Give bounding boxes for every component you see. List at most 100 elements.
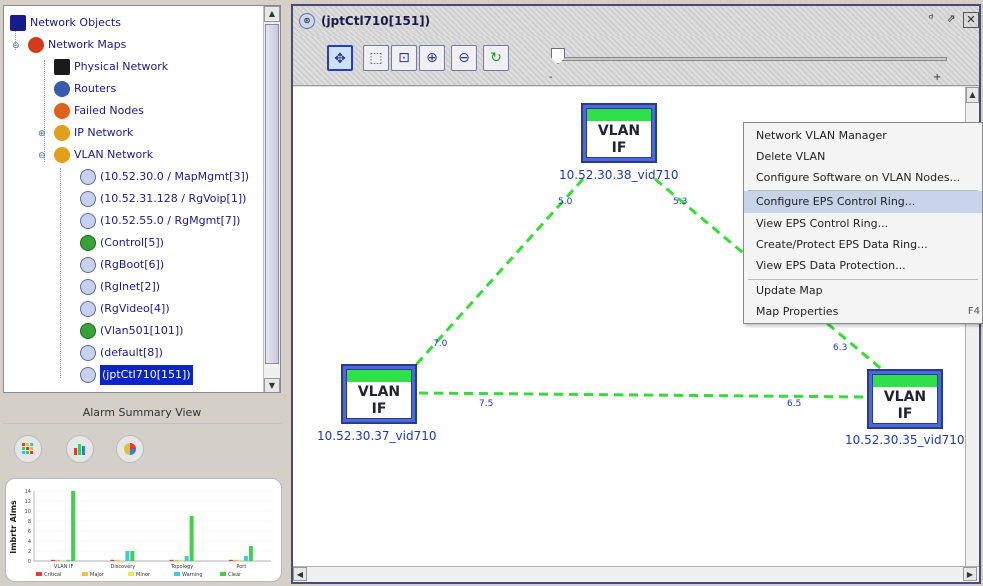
vlan-network-icon bbox=[54, 147, 70, 163]
bar bbox=[243, 556, 248, 561]
menu-item-view-eps-control-ring[interactable]: View EPS Control Ring... bbox=[744, 213, 982, 235]
menu-item-update-map[interactable]: Update Map bbox=[744, 280, 982, 302]
zoom-plus-label: + bbox=[933, 72, 942, 83]
scroll-thumb[interactable] bbox=[265, 24, 279, 364]
legend-swatch bbox=[220, 572, 226, 576]
vlan-if-node[interactable]: VLAN IF bbox=[341, 364, 417, 424]
link-38-37[interactable] bbox=[403, 177, 585, 379]
node-status-bar bbox=[587, 109, 651, 121]
zoom-in-icon: ⊕ bbox=[426, 50, 438, 66]
link-label: 7.5 bbox=[479, 399, 494, 409]
menu-item-configure-eps-control-ring[interactable]: Configure EPS Control Ring... bbox=[744, 191, 982, 213]
select-area-icon: ⬚ bbox=[369, 50, 383, 66]
expand-toggle-icon[interactable]: ⊕ bbox=[38, 130, 47, 139]
alarm-view-toolbar bbox=[8, 435, 258, 469]
bar bbox=[130, 551, 135, 561]
link-label: 5.3 bbox=[673, 197, 688, 207]
select-area-button[interactable]: ⬚ bbox=[363, 45, 389, 71]
x-tick-label: Discovery bbox=[111, 564, 136, 570]
link-37-35[interactable] bbox=[418, 391, 868, 399]
link-label: 7.0 bbox=[433, 339, 448, 349]
network-objects-tree-panel: Network Objects ⊖ Network Maps Physical … bbox=[3, 5, 281, 393]
bar bbox=[189, 516, 194, 561]
vlan-if-node[interactable]: VLAN IF bbox=[867, 369, 943, 429]
zoom-slider-track[interactable] bbox=[559, 57, 947, 61]
menu-shortcut: F4 bbox=[967, 306, 980, 317]
vlan-icon bbox=[80, 191, 96, 207]
tree-vertical-scrollbar[interactable]: ▲ ▼ bbox=[263, 6, 280, 392]
node-status-bar bbox=[873, 375, 937, 387]
zoom-slider-thumb[interactable] bbox=[551, 48, 565, 64]
y-tick-label: 6 bbox=[28, 529, 31, 535]
vlan-if-node[interactable]: VLAN IF bbox=[581, 103, 657, 163]
minimize-window-button[interactable]: ᵈ bbox=[923, 12, 939, 28]
grid-view-icon[interactable] bbox=[14, 435, 42, 463]
node-label: 10.52.30.38_vid710 bbox=[559, 168, 679, 182]
y-tick-label: 4 bbox=[28, 539, 31, 545]
node-text: VLAN IF bbox=[357, 384, 401, 417]
x-tick-label: Port bbox=[236, 564, 246, 570]
bar bbox=[228, 559, 233, 561]
select-tool-button[interactable]: ✥ bbox=[327, 45, 353, 71]
vlan-icon bbox=[80, 367, 96, 383]
zoom-minus-label: - bbox=[549, 72, 553, 83]
bar bbox=[51, 559, 56, 561]
legend-label: Critical bbox=[44, 572, 62, 578]
y-tick-label: 14 bbox=[25, 489, 31, 495]
scroll-up-button[interactable]: ▲ bbox=[966, 87, 979, 103]
link-label: 5.0 bbox=[558, 197, 573, 207]
maximize-window-button[interactable]: ⇗ bbox=[943, 12, 959, 28]
map-window-title: (jptCtl710[151]) bbox=[321, 14, 431, 28]
bar bbox=[71, 491, 76, 561]
node-text: VLAN IF bbox=[883, 389, 927, 422]
vlan-icon: ⊛ bbox=[299, 13, 315, 29]
y-tick-label: 8 bbox=[28, 519, 31, 525]
legend-label: Major bbox=[90, 572, 105, 578]
bar bbox=[115, 559, 120, 561]
menu-item-view-eps-data-protection[interactable]: View EPS Data Protection... bbox=[744, 255, 982, 277]
collapse-toggle-icon[interactable]: ⊖ bbox=[38, 152, 47, 161]
menu-item-create-protect-eps-data-ring[interactable]: Create/Protect EPS Data Ring... bbox=[744, 234, 982, 256]
menu-item-label: Map Properties bbox=[756, 305, 839, 318]
menu-item-delete-vlan[interactable]: Delete VLAN bbox=[744, 146, 982, 168]
map-toolbar: ✥ ⬚ ⊡ ⊕ ⊖ ↻ - + bbox=[293, 36, 979, 86]
pie-chart-view-icon[interactable] bbox=[116, 435, 144, 463]
y-tick-label: 2 bbox=[28, 549, 31, 555]
close-window-button[interactable]: ✕ bbox=[963, 12, 979, 28]
menu-item-network-vlan-manager[interactable]: Network VLAN Manager bbox=[744, 125, 982, 147]
bar bbox=[56, 559, 61, 561]
zoom-in-button[interactable]: ⊕ bbox=[419, 45, 445, 71]
control-icon bbox=[80, 235, 96, 251]
node-text: VLAN IF bbox=[597, 123, 641, 156]
link-label: 6.3 bbox=[833, 343, 848, 353]
menu-item-map-properties[interactable]: Map Properties F4 bbox=[744, 301, 982, 323]
bar bbox=[169, 559, 174, 561]
collapse-toggle-icon[interactable]: ⊖ bbox=[12, 42, 21, 51]
vlan-icon bbox=[80, 169, 96, 185]
zoom-fit-icon: ⊡ bbox=[398, 50, 410, 66]
refresh-icon: ↻ bbox=[490, 50, 502, 66]
map-horizontal-scrollbar[interactable]: ◀ ▶ bbox=[293, 566, 979, 582]
vlan-icon bbox=[80, 257, 96, 273]
legend-swatch bbox=[128, 572, 134, 576]
legend-label: Warning bbox=[182, 572, 203, 578]
vlan-icon bbox=[80, 213, 96, 229]
ip-network-icon bbox=[54, 125, 70, 141]
zoom-fit-button[interactable]: ⊡ bbox=[391, 45, 417, 71]
refresh-button[interactable]: ↻ bbox=[483, 45, 509, 71]
y-axis-label: Imbrtr Alms bbox=[9, 500, 18, 554]
node-label: 10.52.30.35_vid710 bbox=[845, 433, 965, 447]
zoom-out-button[interactable]: ⊖ bbox=[451, 45, 477, 71]
bar bbox=[120, 559, 125, 561]
network-objects-icon bbox=[10, 15, 26, 31]
scroll-down-button[interactable]: ▼ bbox=[264, 378, 280, 392]
bar bbox=[233, 559, 238, 561]
network-maps-icon bbox=[28, 37, 44, 53]
scroll-right-button[interactable]: ▶ bbox=[963, 567, 977, 581]
vlan-icon bbox=[80, 345, 96, 361]
menu-item-configure-software[interactable]: Configure Software on VLAN Nodes... bbox=[744, 167, 982, 189]
scroll-up-button[interactable]: ▲ bbox=[264, 6, 280, 22]
scroll-left-button[interactable]: ◀ bbox=[293, 567, 307, 581]
map-context-menu: Network VLAN Manager Delete VLAN Configu… bbox=[743, 122, 983, 324]
bar-chart-view-icon[interactable] bbox=[66, 435, 94, 463]
